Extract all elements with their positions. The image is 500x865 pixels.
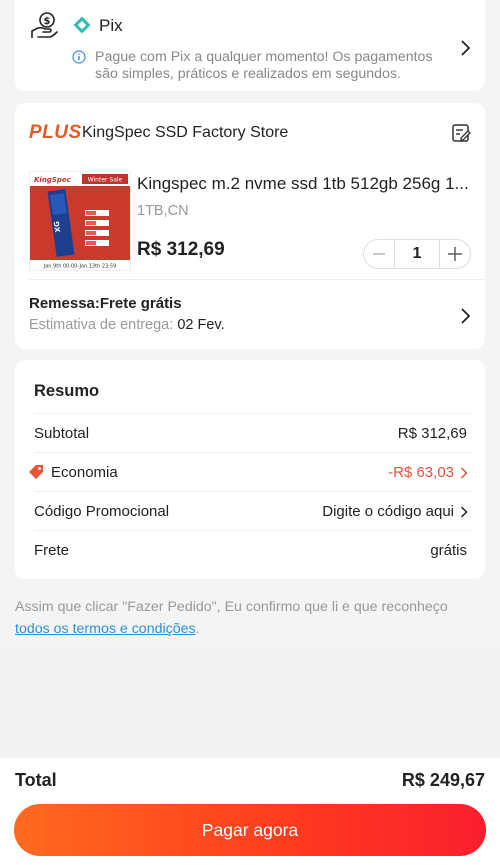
plus-badge: PLUS (29, 122, 82, 143)
pay-now-button[interactable]: Pagar agora (14, 804, 486, 856)
summary-row-economia[interactable]: Economia -R$ 63,03 (29, 452, 472, 491)
discount-tag-icon (28, 464, 44, 480)
edit-note-icon[interactable] (451, 123, 471, 143)
promo-code-input-hint[interactable]: Digite o código aqui (322, 503, 454, 520)
terms-notice: Assim que clicar "Fazer Pedido", Eu conf… (15, 596, 485, 640)
product-title[interactable]: Kingspec m.2 nvme ssd 1tb 512gb 256g 1..… (137, 174, 471, 194)
promo-code-label: Código Promocional (34, 503, 170, 520)
delivery-estimate: Estimativa de entrega: 02 Fev. (29, 317, 225, 333)
divider (29, 279, 485, 280)
payment-method-card[interactable]: $ Pix Pague com Pix a qualquer momento! … (15, 0, 485, 91)
payment-description: Pague com Pix a qualquer momento! Os pag… (95, 49, 433, 82)
product-variant: 1TB,CN (137, 203, 189, 219)
chevron-right-icon[interactable] (460, 505, 468, 519)
svg-text:$: $ (44, 16, 51, 27)
image-brand: KingSpec (34, 176, 72, 184)
shipping-title: Remessa:Frete grátis (29, 295, 182, 312)
svg-text:XG: XG (53, 220, 63, 232)
terms-text: Assim que clicar "Fazer Pedido", Eu conf… (15, 599, 448, 615)
payment-method-title: Pix (99, 16, 123, 35)
decrease-quantity-button[interactable] (364, 240, 394, 268)
store-order-card: PLUS KingSpec SSD Factory Store KingSpec… (15, 103, 485, 349)
summary-row-shipping: Frete grátis (34, 530, 472, 569)
total-value: R$ 249,67 (401, 770, 485, 790)
chevron-right-icon[interactable] (460, 466, 468, 480)
total-label: Total (15, 770, 57, 790)
cash-hand-icon: $ (30, 11, 60, 41)
quantity-stepper: 1 (363, 239, 471, 269)
pix-icon (73, 16, 91, 34)
terms-suffix: . (195, 621, 200, 637)
product-image[interactable]: KingSpec Winter Sale XG Jan.9th 00:00-Ja… (29, 171, 131, 271)
increase-quantity-button[interactable] (440, 240, 470, 268)
delivery-estimate-label: Estimativa de entrega: (29, 317, 178, 333)
subtotal-value: R$ 312,69 (397, 425, 467, 442)
summary-title: Resumo (34, 382, 100, 400)
economia-label: Economia (51, 464, 118, 481)
summary-row-promo-code[interactable]: Código Promocional Digite o código aqui (34, 491, 472, 530)
summary-row-subtotal: Subtotal R$ 312,69 (34, 413, 472, 452)
info-icon (72, 50, 86, 64)
image-dates: Jan.9th 00:00-Jan.13th 23:59 (43, 264, 116, 270)
checkout-bar: Total R$ 249,67 Pagar agora (0, 758, 500, 865)
shipping-label: Frete (34, 542, 70, 559)
shipping-chevron-icon[interactable] (459, 307, 471, 325)
economia-value: -R$ 63,03 (388, 464, 454, 481)
terms-link[interactable]: todos os termos e condições (15, 621, 196, 637)
order-summary-card: Resumo Subtotal R$ 312,69 Economia -R$ 6… (15, 360, 485, 579)
delivery-estimate-date: 02 Fev. (177, 317, 225, 333)
chevron-right-icon[interactable] (459, 39, 471, 57)
product-price: R$ 312,69 (137, 239, 225, 260)
image-banner: Winter Sale (88, 177, 123, 184)
subtotal-label: Subtotal (34, 425, 90, 442)
quantity-value[interactable]: 1 (394, 240, 440, 268)
store-name[interactable]: KingSpec SSD Factory Store (82, 124, 288, 142)
shipping-value: grátis (430, 542, 467, 559)
